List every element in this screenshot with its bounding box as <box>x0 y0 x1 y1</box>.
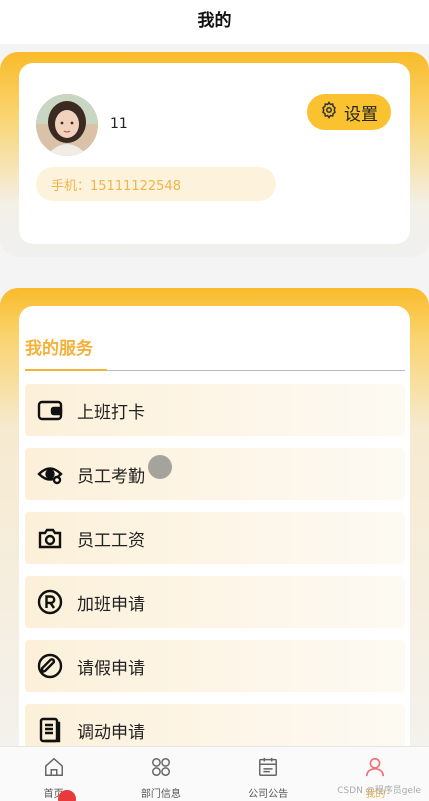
services-card: 我的服务 上班打卡 员工考勤 员工工资 加班申请 请假申请 调动申请 <box>19 306 410 758</box>
settings-label: 设置 <box>344 104 378 125</box>
service-item-leave[interactable]: 请假申请 <box>25 640 405 692</box>
touch-indicator <box>148 455 172 479</box>
camera-icon <box>37 525 63 551</box>
tab-label: 部门信息 <box>140 789 181 800</box>
phone-badge: 手机：15111122548 <box>36 167 276 201</box>
tab-announcements[interactable]: 公司公告 <box>215 747 322 801</box>
page-title: 我的 <box>197 11 232 31</box>
service-label: 员工工资 <box>77 530 145 551</box>
grid-icon <box>150 756 172 782</box>
home-icon <box>43 756 65 782</box>
eye-icon <box>37 461 63 487</box>
phone-text: 手机：15111122548 <box>51 178 181 194</box>
service-label: 加班申请 <box>77 594 145 615</box>
watermark: CSDN @程序员gele <box>337 786 421 796</box>
tab-label: 公司公告 <box>248 789 289 800</box>
registered-icon <box>37 589 63 615</box>
service-item-clock-in[interactable]: 上班打卡 <box>25 384 405 436</box>
notification-dot <box>58 790 76 801</box>
calendar-icon <box>257 756 279 782</box>
service-item-overtime[interactable]: 加班申请 <box>25 576 405 628</box>
service-item-attendance[interactable]: 员工考勤 <box>25 448 405 500</box>
header: 我的 <box>0 0 429 44</box>
username: 11 <box>110 116 128 132</box>
profile-card: 11 设置 手机：15111122548 <box>19 63 410 244</box>
services-title: 我的服务 <box>25 339 93 359</box>
document-icon <box>37 717 63 743</box>
service-label: 请假申请 <box>77 658 145 679</box>
title-underline <box>25 369 107 371</box>
service-label: 调动申请 <box>77 722 145 743</box>
services-list: 上班打卡 员工考勤 员工工资 加班申请 请假申请 调动申请 <box>25 384 405 758</box>
wallet-icon <box>37 397 63 423</box>
page: 我的 11 设置 手机：15111122548 我的服务 上班打卡 员工考勤 员… <box>0 0 429 801</box>
tab-department[interactable]: 部门信息 <box>107 747 214 801</box>
avatar[interactable] <box>36 94 98 156</box>
service-item-salary[interactable]: 员工工资 <box>25 512 405 564</box>
gear-icon <box>320 101 338 123</box>
service-label: 上班打卡 <box>77 402 145 423</box>
service-label: 员工考勤 <box>77 466 145 487</box>
settings-button[interactable]: 设置 <box>307 94 391 130</box>
pen-circle-icon <box>37 653 63 679</box>
user-icon <box>364 756 386 782</box>
tab-home[interactable]: 首页 <box>0 747 107 801</box>
